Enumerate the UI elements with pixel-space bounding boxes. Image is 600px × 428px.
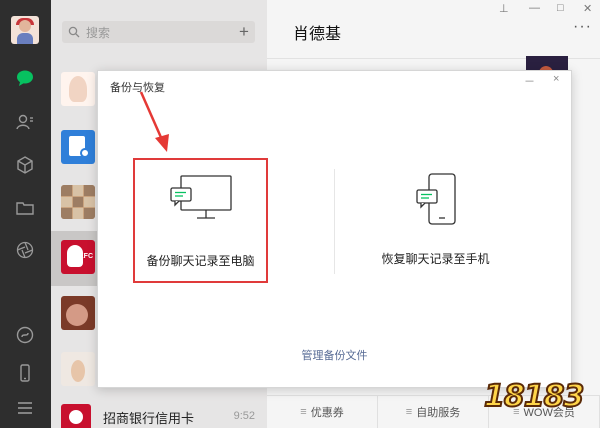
option-divider — [334, 169, 335, 274]
search-placeholder: 搜索 — [86, 25, 111, 40]
chat-avatar[interactable] — [61, 352, 95, 386]
menu-icon: ≡ — [405, 406, 413, 418]
favorites-icon[interactable] — [15, 155, 35, 175]
pin-icon[interactable]: ⊥ — [499, 2, 509, 15]
backup-to-pc-button[interactable]: 备份聊天记录至电脑 — [133, 158, 268, 283]
chat-avatar[interactable]: KFC — [61, 240, 95, 274]
computer-icon — [169, 175, 232, 219]
menu-self-service[interactable]: ≡ 自助服务 — [378, 396, 489, 428]
watermark-logo: 18183 — [483, 376, 588, 422]
user-avatar[interactable] — [11, 16, 39, 44]
chat-avatar[interactable] — [61, 296, 95, 330]
close-icon[interactable]: ✕ — [583, 2, 592, 15]
menu-icon: ≡ — [300, 406, 307, 418]
moments-icon[interactable] — [15, 240, 35, 260]
more-button[interactable]: ··· — [573, 18, 592, 36]
folder-icon[interactable] — [15, 198, 35, 218]
restore-to-phone-button[interactable]: 恢复聊天记录至手机 — [368, 158, 503, 283]
contacts-icon[interactable] — [15, 112, 35, 132]
chat-title: 肖德基 — [293, 26, 342, 43]
search-icon — [68, 26, 80, 38]
watermark-text: 18183 — [483, 378, 585, 415]
dialog-minimize-button[interactable]: － — [524, 73, 535, 89]
menu-icon[interactable] — [15, 398, 35, 418]
dialog-close-button[interactable]: × — [553, 73, 559, 85]
chat-time: 9:52 — [233, 410, 255, 422]
nav-rail — [0, 0, 51, 428]
chat-name: 招商银行信用卡 — [103, 411, 195, 426]
restore-to-phone-label: 恢复聊天记录至手机 — [381, 252, 490, 266]
chat-avatar — [61, 404, 91, 428]
chat-icon[interactable] — [15, 68, 35, 88]
search-input[interactable]: 搜索 — [62, 21, 243, 43]
chat-avatar[interactable] — [61, 72, 95, 106]
phone-icon — [415, 173, 456, 225]
minimize-icon[interactable]: — — [529, 2, 540, 14]
chat-avatar[interactable] — [61, 185, 95, 219]
manage-backup-files-link[interactable]: 管理备份文件 — [98, 347, 571, 363]
mini-program-icon[interactable] — [15, 325, 35, 345]
chat-avatar[interactable] — [61, 130, 95, 164]
phone-icon[interactable] — [15, 363, 35, 383]
add-button[interactable]: + — [233, 21, 255, 43]
backup-to-pc-label: 备份聊天记录至电脑 — [146, 254, 255, 268]
maximize-icon[interactable]: □ — [557, 2, 564, 14]
menu-coupons[interactable]: ≡ 优惠券 — [267, 396, 378, 428]
list-item[interactable]: 招商银行信用卡 9:52 — [51, 398, 267, 428]
annotation-arrow — [139, 91, 169, 152]
